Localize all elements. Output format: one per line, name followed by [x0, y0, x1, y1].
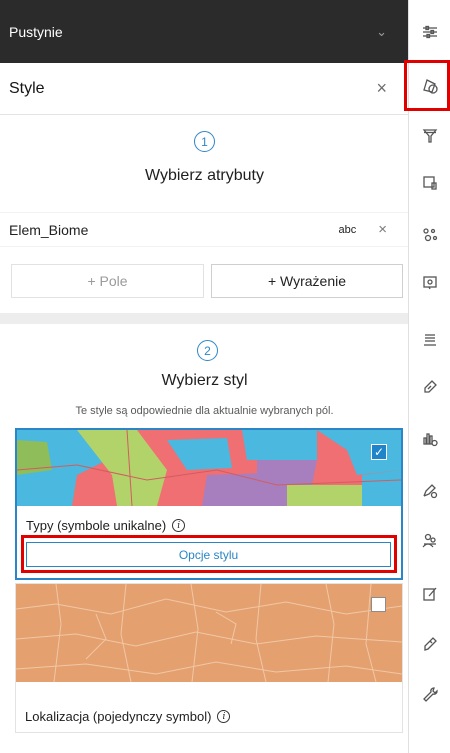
styles-icon[interactable]: [410, 67, 450, 107]
selected-attribute-row: Elem_Biome abc ×: [0, 212, 408, 247]
edit-settings-icon[interactable]: [410, 471, 450, 511]
style-card-label: Typy (symbole unikalne) i: [26, 518, 186, 533]
step-2-badge: 2: [197, 340, 218, 361]
style-options-button[interactable]: Opcje stylu: [26, 542, 391, 567]
add-field-button[interactable]: + Pole: [11, 264, 204, 298]
step-1-title: Wybierz atrybuty: [145, 167, 264, 184]
charts-icon[interactable]: [410, 419, 450, 459]
filter-icon[interactable]: [410, 116, 450, 156]
add-expression-button[interactable]: + Wyrażenie: [211, 264, 403, 298]
style-name: Lokalizacja (pojedynczy symbol): [25, 709, 212, 724]
tools-icon[interactable]: [410, 674, 450, 714]
layer-properties-icon[interactable]: [410, 12, 450, 52]
style-panel-header: Style ×: [0, 63, 408, 115]
info-icon[interactable]: i: [217, 710, 231, 723]
single-symbol-preview-image: [16, 584, 402, 682]
layer-selector[interactable]: Pustynie ⌄: [0, 0, 408, 63]
selected-checkbox[interactable]: ✓: [371, 444, 387, 460]
style-card-unique-types[interactable]: ✓ Typy (symbole unikalne) i Opcje stylu: [15, 428, 403, 580]
step-1-badge: 1: [194, 131, 215, 152]
chevron-down-icon[interactable]: ⌄: [376, 24, 387, 40]
panel-title: Style: [9, 79, 45, 97]
clustering-icon[interactable]: [410, 215, 450, 255]
sketch-icon[interactable]: [410, 574, 450, 614]
labels-icon[interactable]: [410, 367, 450, 407]
settings-toolbar: [410, 0, 450, 753]
step-2-title: Wybierz styl: [161, 372, 248, 389]
style-card-single-symbol[interactable]: Lokalizacja (pojedynczy symbol) i: [15, 583, 403, 733]
layer-name: Pustynie: [9, 23, 63, 40]
remove-attribute-icon[interactable]: ×: [378, 221, 387, 238]
sharing-icon[interactable]: [410, 521, 450, 561]
attribute-name: Elem_Biome: [9, 221, 89, 238]
fields-icon[interactable]: [410, 320, 450, 360]
effects-icon[interactable]: [410, 163, 450, 203]
close-icon[interactable]: ×: [376, 78, 387, 99]
popups-icon[interactable]: [410, 263, 450, 303]
measure-icon[interactable]: [410, 624, 450, 664]
section-divider: [0, 313, 408, 324]
string-type-icon: abc: [338, 223, 357, 236]
style-panel: Pustynie ⌄ Style × 1 Wybierz atrybuty El…: [0, 0, 409, 753]
unselected-checkbox[interactable]: [371, 597, 386, 612]
style-name: Typy (symbole unikalne): [26, 518, 167, 533]
style-hint-text: Te style są odpowiednie dla aktualnie wy…: [75, 405, 334, 417]
unique-types-preview-image: [17, 430, 401, 506]
info-icon[interactable]: i: [172, 519, 186, 532]
style-card-label: Lokalizacja (pojedynczy symbol) i: [25, 709, 231, 724]
